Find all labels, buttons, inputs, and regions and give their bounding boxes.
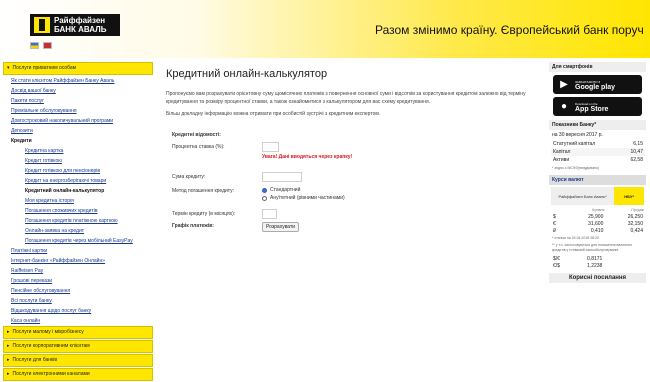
nav-item[interactable]: Відшкодування щодо послуг банку — [11, 306, 153, 316]
term-label: Термін кредиту (в місяцях): — [172, 211, 236, 217]
nav-section[interactable]: ▸ Послуги для банків — [3, 354, 153, 367]
bank-logo[interactable]: Райффайзен БАНК АВАЛЬ — [30, 14, 120, 36]
indicators-date: на 30 вересня 2017 р. — [552, 132, 603, 138]
nav-item[interactable]: Інтернет-банкінг «Райффайзен Онлайн» — [11, 256, 153, 266]
nav-item[interactable]: Пенсійне обслуговування — [11, 286, 153, 296]
nav-item[interactable]: Raiffeisen Pay — [11, 266, 153, 276]
nav-item[interactable]: Як стати клієнтом Райффайзен Банку Аваль — [11, 76, 153, 86]
useful-links-title: Корисні посилання — [549, 273, 646, 283]
nav-item[interactable]: Депозити — [11, 126, 153, 136]
rates-note-2: ** у т.ч. застосовуються для погашення в… — [552, 243, 633, 252]
nav-list: Як стати клієнтом Райффайзен Банку Аваль… — [3, 76, 153, 326]
nav-item[interactable]: Кредити — [11, 136, 153, 146]
cross-rates-table: $/€ 0,8171 €/$ 1,2238 — [551, 255, 645, 269]
apple-icon: ● — [560, 101, 568, 112]
nav-section[interactable]: ▸ Послуги корпоративним клієнтам — [3, 340, 153, 353]
apps-title: Для смартфонів — [549, 62, 646, 72]
rate-label: Процентна ставка (%): — [172, 144, 225, 150]
rate-input[interactable] — [262, 142, 279, 152]
nav-item[interactable]: Всі послуги банку — [11, 296, 153, 306]
nav-item[interactable]: Преміальне обслуговування — [11, 106, 153, 116]
arrow-right-icon: ▸ — [7, 343, 10, 349]
amount-label: Сума кредиту: — [172, 174, 206, 180]
ukrainian-flag-icon[interactable] — [30, 42, 39, 49]
indicator-row: Статутний капітал 6,15 — [553, 141, 643, 147]
header-slogan: Разом змінимо країну. Європейський банк … — [375, 23, 644, 37]
calculate-button[interactable]: Розрахувати — [262, 222, 300, 232]
nav-item[interactable]: Каса онлайн — [11, 316, 153, 326]
radio-unselected-icon — [262, 195, 267, 201]
rate-row: €31,600 32,150 — [553, 220, 643, 227]
nav-section[interactable]: ▸ Послуги електронними каналами — [3, 368, 153, 381]
intro-text: Пропонуємо вам розрахувати орієнтовну су… — [166, 91, 526, 105]
nav-bottom-sections: ▸ Послуги малому і мікробізнесу ▸ Послуги к… — [3, 326, 153, 381]
rates-note-1: * станом на 24.04.2018 08:20 — [552, 236, 599, 240]
indicators-note: * згідно з МСФЗ(неаудовано) — [552, 166, 600, 170]
nav-section-private[interactable]: ▾ Послуги приватним особам — [3, 62, 153, 75]
rate-row: $25,900 26,250 — [553, 213, 643, 220]
currency-rates-table: Купівля Продаж $25,900 26,250 €31,600 32,15… — [553, 208, 644, 234]
nav-item[interactable]: Погашення кредитів через мобільний EasyP… — [11, 236, 153, 246]
nav-item[interactable]: Кредитна картка — [11, 146, 153, 156]
google-play-icon: ▶ — [560, 79, 568, 90]
main-content: Кредитний онлайн-калькулятор Пропонуємо … — [166, 62, 538, 232]
cross-rate-row: €/$ 1,2238 — [553, 262, 603, 269]
rate-warning: Увага! Дані вводяться через крапку! — [262, 154, 353, 160]
cross-rate-row: $/€ 0,8171 — [553, 255, 603, 262]
expert-info-text: Більш докладну інформацію можна отримати… — [166, 111, 381, 117]
nav-item[interactable]: Кредитний онлайн-калькулятор — [11, 186, 153, 196]
tab-bank-rates[interactable]: Райффайзен Банк Аваль* — [551, 187, 615, 205]
nav-item[interactable]: Кредит на енергозберігаючі товари — [11, 176, 153, 186]
nav-item[interactable]: Досвід вашої банку — [11, 86, 153, 96]
arrow-right-icon: ▸ — [7, 357, 10, 363]
arrow-down-icon: ▾ — [7, 65, 10, 71]
english-flag-icon[interactable] — [43, 42, 52, 49]
nav-item[interactable]: Кредит готівкою для пенсіонерів — [11, 166, 153, 176]
rate-row: ₽0,410 0,424 — [553, 227, 643, 234]
language-switcher — [30, 42, 52, 49]
nav-item[interactable]: Погашення споживчих кредитів — [11, 206, 153, 216]
google-play-button[interactable]: ▶ ЗАВАНТАЖИТИ З Google play — [553, 75, 642, 94]
logo-mark-icon — [34, 17, 50, 33]
site-header: Райффайзен БАНК АВАЛЬ Разом змінимо краї… — [0, 0, 650, 58]
currency-tabs: Райффайзен Банк Аваль* НБУ* — [551, 187, 644, 205]
logo-line2: БАНК АВАЛЬ — [54, 25, 107, 34]
schedule-label: Графік платежів: — [172, 223, 214, 229]
nav-item[interactable]: Онлайн-заявка на кредит — [11, 226, 153, 236]
logo-line1: Райффайзен — [54, 16, 106, 25]
indicator-row: Активи 62,58 — [553, 157, 643, 163]
right-sidebar: Для смартфонів ▶ ЗАВАНТАЖИТИ З Google pla… — [549, 62, 646, 283]
page-title: Кредитний онлайн-калькулятор — [166, 68, 328, 80]
nav-item[interactable]: Пакети послуг — [11, 96, 153, 106]
tab-nbu-rates[interactable]: НБУ* — [614, 187, 644, 205]
app-store-button[interactable]: ● Download on the App Store — [553, 97, 642, 116]
currency-title[interactable]: Курси валют — [549, 175, 646, 185]
nav-item[interactable]: Грошові перекази — [11, 276, 153, 286]
arrow-right-icon: ▸ — [7, 329, 10, 335]
radio-selected-icon — [262, 187, 267, 193]
method-standard-radio[interactable]: Стандартний — [262, 187, 300, 193]
method-label: Метод погашення кредиту: — [172, 188, 235, 194]
nav-item[interactable]: Довгостроковий накопичувальний програми — [11, 116, 153, 126]
indicators-title: Показники Банку* — [549, 120, 646, 130]
term-input[interactable] — [262, 209, 277, 219]
left-navigation: ▾ Послуги приватним особам Як стати клієн… — [3, 62, 153, 382]
nav-item[interactable]: Моя кредитна історія — [11, 196, 153, 206]
bank-indicators: Показники Банку* на 30 вересня 2017 р. С… — [549, 120, 646, 171]
nav-section[interactable]: ▸ Послуги малому і мікробізнесу — [3, 326, 153, 339]
nav-item[interactable]: Кредит готівкою — [11, 156, 153, 166]
indicator-row: Капітал 10,47 — [551, 148, 645, 156]
arrow-right-icon: ▸ — [7, 371, 10, 377]
nav-item[interactable]: Платіжні картки — [11, 246, 153, 256]
amount-input[interactable] — [262, 172, 302, 182]
credit-section-label: Кредитні відомості: — [172, 132, 221, 138]
nav-item[interactable]: Погашення кредитів платіжною карткою — [11, 216, 153, 226]
method-annuity-radio[interactable]: Ануїтетний (рівними частинами) — [262, 195, 345, 201]
